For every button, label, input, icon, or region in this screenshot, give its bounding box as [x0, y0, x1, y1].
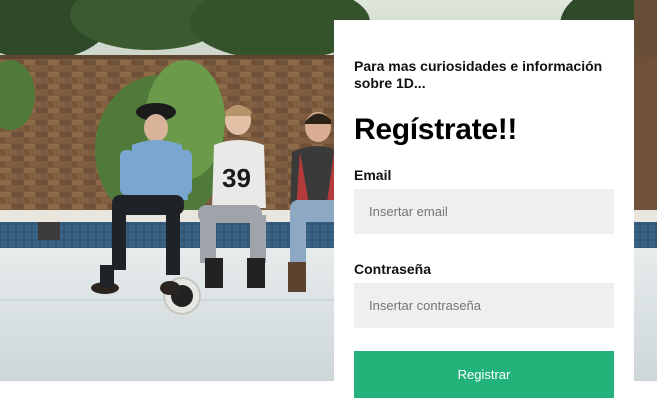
register-button[interactable]: Registrar — [354, 351, 614, 398]
email-label: Email — [354, 167, 392, 183]
intro-text: Para mas curiosidades e información sobr… — [354, 58, 603, 91]
email-field[interactable] — [354, 189, 614, 234]
shirt-number: 39 — [222, 163, 251, 193]
registration-card: Para mas curiosidades e información sobr… — [334, 20, 634, 416]
page-title: Regístrate!! — [354, 113, 518, 146]
page: 39 Para mas curiosidades e información s… — [0, 0, 657, 416]
password-label: Contraseña — [354, 261, 432, 277]
password-field[interactable] — [354, 283, 614, 328]
